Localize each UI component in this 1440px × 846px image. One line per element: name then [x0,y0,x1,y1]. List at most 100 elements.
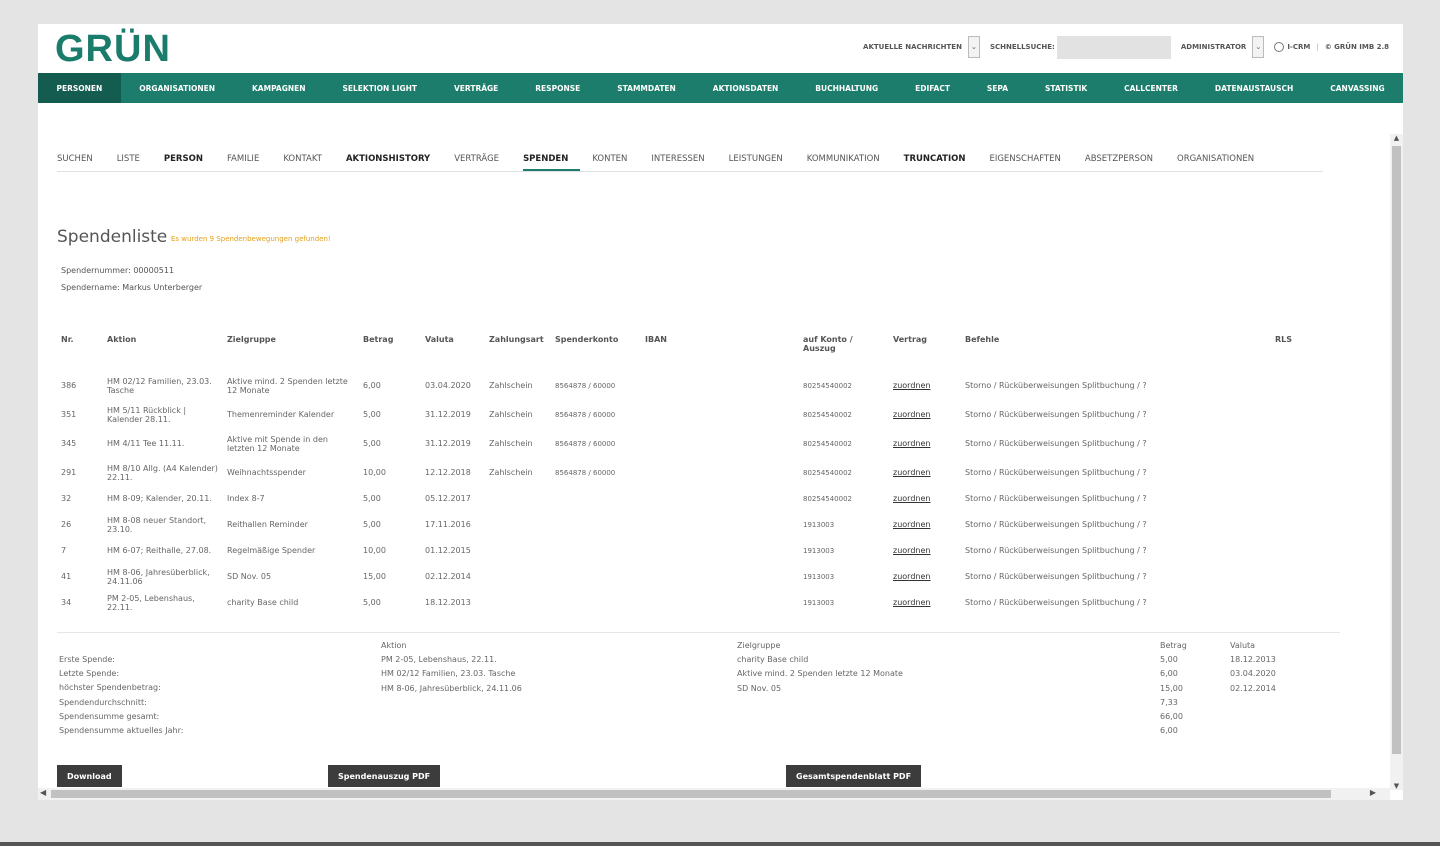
zuordnen-link[interactable]: zuordnen [893,468,930,477]
cell-zahlungsart [485,510,551,539]
main-nav-item-2[interactable]: KAMPAGNEN [234,73,324,103]
cell-spenderkonto [551,539,641,562]
column-header: Nr. [61,335,74,344]
table-row: 386 HM 02/12 Familien, 23.03. Tasche Aktiv… [57,371,1311,400]
sub-nav-item-7[interactable]: SPENDEN [523,154,581,171]
quick-search-input[interactable] [1056,35,1171,59]
zuordnen-link[interactable]: zuordnen [893,439,930,448]
main-nav-item-5[interactable]: RESPONSE [517,73,599,103]
main-nav-item-11[interactable]: STATISTIK [1027,73,1106,103]
cell-vertrag: zuordnen [889,400,961,429]
cell-spenderkonto: 8564878 / 60000 [555,381,616,390]
cell-valuta: 18.12.2013 [425,598,471,607]
main-nav-item-7[interactable]: AKTIONSDATEN [694,73,797,103]
zuordnen-link[interactable]: zuordnen [893,381,930,390]
found-message: Es wurden 9 Spendenbewegungen gefunden! [171,235,331,243]
sub-nav-item-4[interactable]: KONTAKT [283,154,334,171]
horizontal-scrollbar[interactable]: ◀ ▶ [38,788,1390,800]
scroll-left-icon[interactable]: ◀ [40,788,46,797]
sub-nav-item-13[interactable]: EIGENSCHAFTEN [989,154,1072,171]
cell-rls [1271,458,1311,487]
app-window: GRÜN AKTUELLE NACHRICHTEN ⌄ SCHNELLSUCHE… [38,24,1403,800]
cell-zahlungsart [485,487,551,510]
sub-nav-item-11[interactable]: KOMMUNIKATION [807,154,892,171]
sub-nav-item-15[interactable]: ORGANISATIONEN [1177,154,1266,171]
zuordnen-link[interactable]: zuordnen [893,572,930,581]
cell-zielgruppe: Aktive mit Spende in den letzten 12 Mona… [227,434,328,453]
cell-rls [1271,400,1311,429]
main-nav-item-0[interactable]: PERSONEN [38,73,121,103]
summary-valuta: 03.04.2020 [1230,669,1276,679]
sub-nav-item-3[interactable]: FAMILIE [227,154,271,171]
sub-nav-item-0[interactable]: SUCHEN [57,154,105,171]
column-header: RLS [1275,335,1293,344]
main-nav-item-13[interactable]: DATENAUSTAUSCH [1196,73,1311,103]
cell-betrag: 15,00 [363,572,386,581]
cell-valuta: 03.04.2020 [425,381,471,390]
logo: GRÜN [55,28,171,70]
main-nav-item-4[interactable]: VERTRÄGE [436,73,517,103]
news-dropdown-chevron-icon[interactable]: ⌄ [967,36,980,58]
sub-nav-item-8[interactable]: KONTEN [592,154,639,171]
sub-nav-item-6[interactable]: VERTRÄGE [454,154,511,171]
main-nav-item-9[interactable]: EDIFACT [897,73,969,103]
table-row: 34 PM 2-05, Lebenshaus, 22.11. charity Bas… [57,591,1311,614]
cell-valuta: 31.12.2019 [425,410,471,419]
summary-label: Spendendurchschnitt: [59,697,147,707]
main-nav-item-10[interactable]: SEPA [968,73,1026,103]
scrollbar-thumb[interactable] [51,790,1331,798]
cell-zahlungsart: Zahlschein [489,381,533,390]
zuordnen-link[interactable]: zuordnen [893,546,930,555]
sub-nav-item-10[interactable]: LEISTUNGEN [729,154,795,171]
scrollbar-thumb[interactable] [1392,146,1401,754]
scroll-up-icon[interactable]: ▲ [1390,134,1403,142]
zuordnen-link[interactable]: zuordnen [893,520,930,529]
crm-link[interactable]: I-CRM [1287,43,1310,51]
main-nav-item-12[interactable]: CALLCENTER [1106,73,1197,103]
sub-nav-item-1[interactable]: LISTE [117,154,152,171]
donor-name-label: Spendername: [61,283,120,292]
vertical-scrollbar[interactable]: ▲ ▼ [1390,134,1403,790]
zuordnen-link[interactable]: zuordnen [893,410,930,419]
cell-konto: 1913003 [803,598,835,607]
cell-konto: 80254540002 [803,381,852,390]
summary-label: Erste Spende: [59,655,115,664]
divider [0,842,1440,846]
scroll-right-icon[interactable]: ▶ [1370,788,1376,797]
cell-betrag: 5,00 [363,410,381,419]
cell-spenderkonto [551,562,641,591]
summary-valuta: 18.12.2013 [1230,655,1276,665]
cell-valuta: 12.12.2018 [425,468,471,477]
cell-konto: 80254540002 [803,494,852,503]
main-nav-item-3[interactable]: SELEKTION LIGHT [324,73,435,103]
cell-befehle: Storno / Rücküberweisungen Splitbuchung … [965,572,1147,581]
sub-nav-item-2[interactable]: PERSON [164,154,215,171]
main-nav-item-14[interactable]: CANVASSING [1312,73,1403,103]
gesamtspendenblatt-pdf-button[interactable]: Gesamtspendenblatt PDF [786,765,922,787]
cell-betrag: 6,00 [363,381,381,390]
summary-zielgruppe-values: charity Base child Aktive mind. 2 Spenden… [737,653,903,696]
cell-konto: 80254540002 [803,468,852,477]
summary-aktion: HM 02/12 Familien, 23.03. Tasche [381,669,516,679]
spendenauszug-pdf-button[interactable]: Spendenauszug PDF [328,765,441,787]
user-dropdown-chevron-icon[interactable]: ⌄ [1252,36,1265,58]
cell-aktion: HM 8-09; Kalender, 20.11. [107,494,212,503]
main-nav-item-1[interactable]: ORGANISATIONEN [121,73,234,103]
sub-nav-item-12[interactable]: TRUNCATION [904,154,978,171]
cell-valuta: 31.12.2019 [425,439,471,448]
main-nav-item-6[interactable]: STAMMDATEN [599,73,695,103]
download-button[interactable]: Download [57,765,122,787]
scroll-down-icon[interactable]: ▼ [1390,782,1403,790]
sub-nav-item-14[interactable]: ABSETZPERSON [1085,154,1165,171]
main-nav-item-8[interactable]: BUCHHALTUNG [797,73,897,103]
cell-konto: 1913003 [803,520,835,529]
cell-betrag: 5,00 [363,598,381,607]
zuordnen-link[interactable]: zuordnen [893,494,930,503]
column-header: Zahlungsart [489,335,544,344]
zuordnen-link[interactable]: zuordnen [893,598,930,607]
cell-befehle: Storno / Rücküberweisungen Splitbuchung … [965,410,1147,419]
summary-header-aktion: Aktion [381,641,407,650]
sub-nav-item-5[interactable]: AKTIONSHISTORY [346,154,442,171]
sub-nav-item-9[interactable]: INTERESSEN [651,154,716,171]
column-header: Vertrag [893,335,928,344]
